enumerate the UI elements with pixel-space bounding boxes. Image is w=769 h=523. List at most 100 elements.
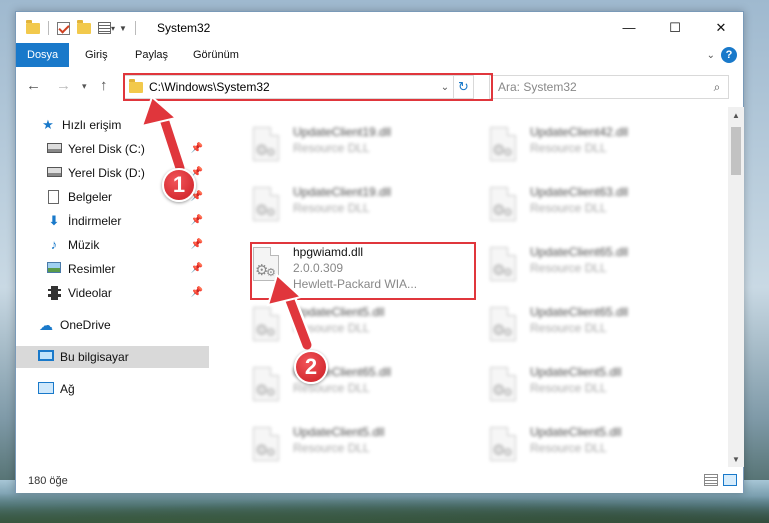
search-icon[interactable]: ⌕	[706, 80, 728, 95]
pictures-icon	[46, 262, 62, 276]
file-type: Resource DLL	[530, 381, 607, 395]
search-box[interactable]: ⌕	[489, 75, 729, 99]
dll-file-icon: ⚙ ⚙	[484, 247, 520, 287]
nav-item-label: Hızlı erişim	[62, 118, 122, 132]
file-type: Resource DLL	[530, 321, 607, 335]
folder-icon	[26, 19, 40, 34]
file-name: UpdateClient19.dll	[293, 185, 392, 199]
file-item[interactable]: ⚙ ⚙ UpdateClient5.dll Resource DLL	[476, 359, 704, 415]
properties-check-icon[interactable]	[57, 21, 70, 35]
ribbon-right-controls: ⌄ ?	[707, 47, 737, 63]
nav-item-label: Yerel Disk (D:)	[68, 166, 145, 180]
details-view-icon[interactable]	[704, 474, 718, 486]
quick-access-dropdown-icon[interactable]: ▼	[119, 24, 127, 33]
properties-icon[interactable]	[98, 22, 111, 34]
nav-item-this-pc[interactable]: Bu bilgisayar	[16, 346, 209, 368]
dll-file-icon: ⚙ ⚙	[484, 367, 520, 407]
file-item[interactable]: ⚙ ⚙ UpdateClient5.dll Resource DLL	[476, 419, 704, 467]
dll-file-icon: ⚙ ⚙	[247, 427, 283, 467]
nav-item-label: Resimler	[68, 262, 116, 276]
minimize-button[interactable]: —	[606, 12, 652, 43]
file-item[interactable]: ⚙ ⚙ UpdateClient65.dll Resource DLL	[476, 299, 704, 355]
maximize-button[interactable]: ☐	[652, 12, 698, 43]
quick-access-toolbar: ▾ ▼	[26, 19, 136, 37]
file-item[interactable]: ⚙ ⚙ UpdateClient42.dll Resource DLL	[476, 119, 704, 175]
toolbar-separator	[134, 21, 136, 35]
back-arrow-icon[interactable]: ←	[26, 77, 41, 94]
new-folder-icon[interactable]	[77, 19, 91, 34]
drive-icon	[46, 166, 62, 180]
search-input[interactable]	[498, 80, 706, 94]
file-name: UpdateClient65.dll	[530, 305, 629, 319]
file-name: UpdateClient5.dll	[530, 425, 622, 439]
tab-giris[interactable]: Giriş	[74, 43, 119, 67]
desktop-background-hills	[0, 492, 769, 523]
scroll-down-icon[interactable]: ▼	[728, 451, 744, 467]
item-count: 180 öğe	[28, 475, 68, 487]
dll-file-icon: ⚙ ⚙	[247, 367, 283, 407]
dll-file-icon: ⚙ ⚙	[484, 127, 520, 167]
nav-item-downloads[interactable]: ⬇ İndirmeler 📌	[16, 210, 209, 232]
file-item[interactable]: ⚙ ⚙ UpdateClient5.dll Resource DLL	[239, 299, 467, 355]
file-type: Resource DLL	[530, 261, 607, 275]
nav-item-music[interactable]: ♪ Müzik 📌	[16, 234, 209, 256]
file-list: ⚙ ⚙ UpdateClient19.dll Resource DLL ⚙ ⚙ Up…	[211, 107, 728, 467]
nav-item-quick-access[interactable]: ★ Hızlı erişim	[16, 114, 209, 136]
file-type: Resource DLL	[293, 201, 370, 215]
file-type: Resource DLL	[293, 321, 370, 335]
dll-file-icon: ⚙ ⚙	[484, 427, 520, 467]
file-item[interactable]: ⚙ ⚙ UpdateClient19.dll Resource DLL	[239, 119, 467, 175]
file-name: UpdateClient5.dll	[293, 305, 385, 319]
step-badge-2: 2	[294, 350, 328, 384]
nav-item-videos[interactable]: Videolar 📌	[16, 282, 209, 304]
file-type: Resource DLL	[530, 441, 607, 455]
status-bar: 180 öğe	[16, 467, 743, 493]
file-item[interactable]: ⚙ ⚙ UpdateClient63.dll Resource DLL	[476, 179, 704, 235]
nav-item-label: Videolar	[68, 286, 112, 300]
nav-item-label: OneDrive	[60, 318, 111, 332]
file-highlight-box	[250, 242, 476, 300]
nav-item-network[interactable]: Ağ	[16, 378, 209, 400]
file-explorer-window: ▾ ▼ System32 — ☐ ✕ Dosya Giriş Paylaş Gö…	[15, 11, 744, 493]
nav-item-onedrive[interactable]: ☁ OneDrive	[16, 314, 209, 336]
vertical-scrollbar[interactable]: ▲ ▼	[728, 107, 744, 467]
dll-file-icon: ⚙ ⚙	[247, 127, 283, 167]
file-type: Resource DLL	[530, 201, 607, 215]
documents-icon	[46, 190, 62, 204]
nav-item-pictures[interactable]: Resimler 📌	[16, 258, 209, 280]
file-item[interactable]: ⚙ ⚙ UpdateClient65.dll Resource DLL	[239, 359, 467, 415]
step-badge-1: 1	[162, 168, 196, 202]
pin-icon: 📌	[190, 263, 203, 274]
pin-icon: 📌	[190, 143, 203, 154]
file-item[interactable]: ⚙ ⚙ UpdateClient19.dll Resource DLL	[239, 179, 467, 235]
file-type: Resource DLL	[530, 141, 607, 155]
toolbar-separator	[48, 21, 49, 35]
forward-arrow-icon[interactable]: →	[56, 77, 71, 94]
recent-locations-icon[interactable]: ▾	[82, 81, 87, 92]
file-item[interactable]: ⚙ ⚙ UpdateClient5.dll Resource DLL	[239, 419, 467, 467]
up-arrow-icon[interactable]: ↑	[100, 77, 108, 94]
nav-item-local-disk-c[interactable]: Yerel Disk (C:) 📌	[16, 138, 209, 160]
star-icon: ★	[42, 117, 54, 132]
tiles-view-icon[interactable]	[723, 474, 737, 486]
address-highlight-box	[123, 73, 493, 101]
downloads-icon: ⬇	[48, 213, 60, 228]
tab-paylas[interactable]: Paylaş	[124, 43, 179, 67]
file-type: Resource DLL	[293, 441, 370, 455]
pin-icon: 📌	[190, 215, 203, 226]
tab-gorunum[interactable]: Görünüm	[182, 43, 250, 67]
music-icon: ♪	[50, 237, 58, 252]
tab-dosya[interactable]: Dosya	[16, 43, 70, 67]
pin-icon: 📌	[190, 239, 203, 250]
drive-icon	[46, 142, 62, 156]
file-item[interactable]: ⚙ ⚙ UpdateClient65.dll Resource DLL	[476, 239, 704, 295]
this-pc-icon	[38, 350, 54, 364]
help-icon[interactable]: ?	[721, 47, 737, 63]
expand-ribbon-icon[interactable]: ⌄	[707, 50, 715, 61]
close-button[interactable]: ✕	[698, 12, 744, 43]
nav-item-label: Ağ	[60, 382, 75, 396]
scroll-thumb[interactable]	[731, 127, 741, 175]
scroll-up-icon[interactable]: ▲	[728, 107, 744, 123]
title-bar: ▾ ▼ System32 — ☐ ✕	[16, 12, 743, 43]
customize-caret-icon[interactable]: ▾	[111, 24, 115, 33]
